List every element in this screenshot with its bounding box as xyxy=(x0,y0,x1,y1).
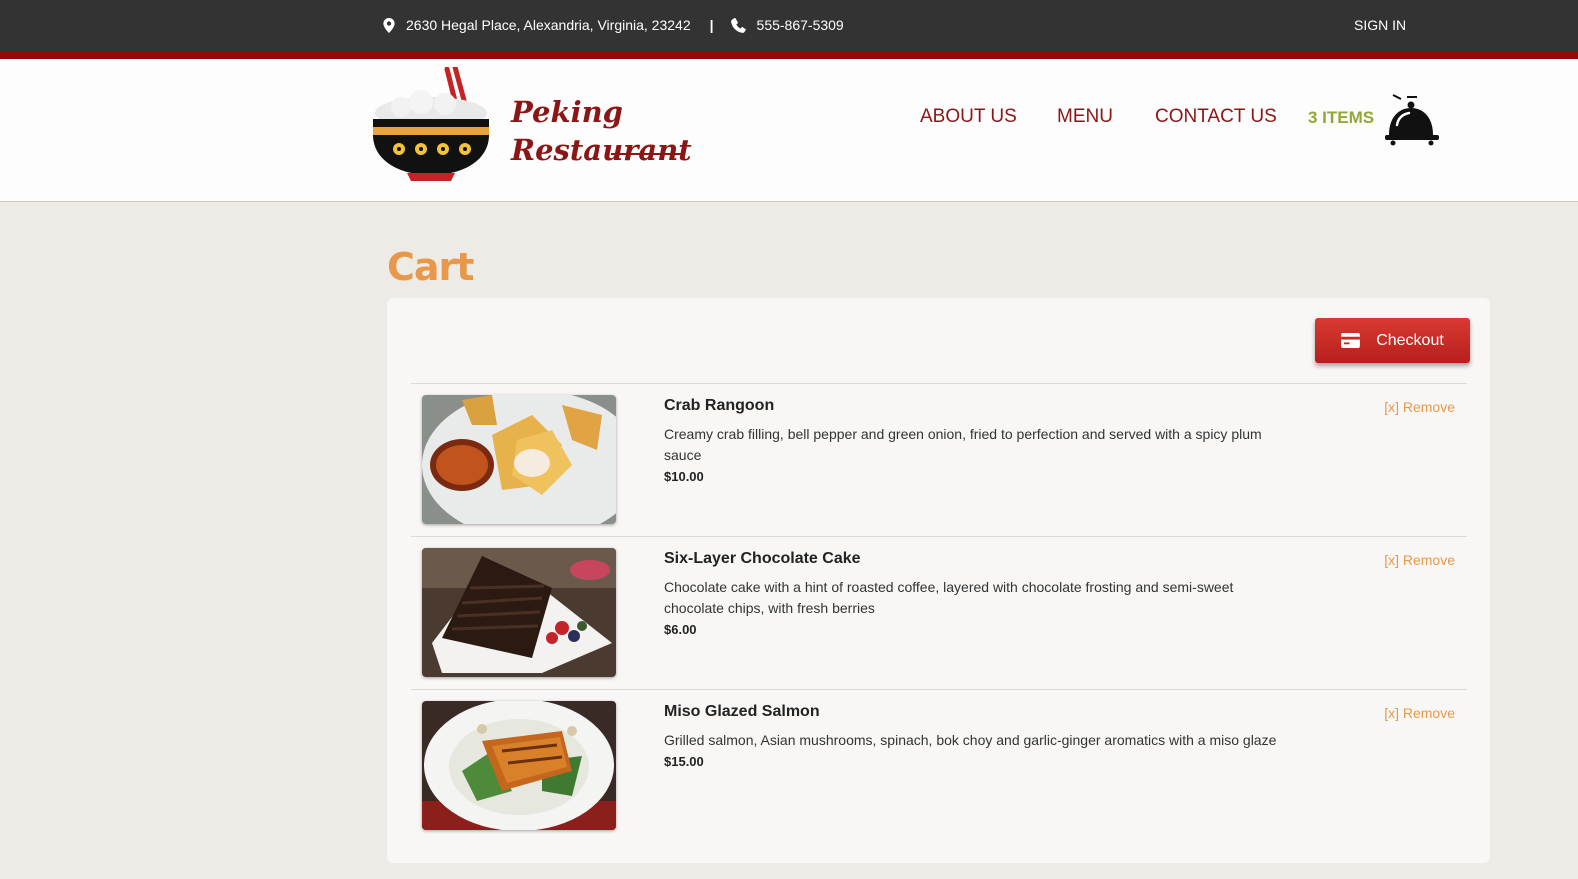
logo-text-line2: Restaurant xyxy=(511,133,692,167)
food-cloche-icon[interactable] xyxy=(1383,91,1441,149)
cart-item: Crab Rangoon Creamy crab filling, bell p… xyxy=(411,383,1467,536)
phone-icon xyxy=(730,17,746,33)
item-description: Chocolate cake with a hint of roasted co… xyxy=(664,579,1234,616)
top-bar: 2630 Hegal Place, Alexandria, Virginia, … xyxy=(0,0,1578,51)
item-name: Six-Layer Chocolate Cake xyxy=(664,550,861,567)
checkout-label: Checkout xyxy=(1376,331,1444,349)
accent-stripe xyxy=(0,51,1578,59)
cart-item-count[interactable]: 3 ITEMS xyxy=(1308,108,1374,128)
item-image-crab-rangoon xyxy=(422,395,616,524)
address-block: 2630 Hegal Place, Alexandria, Virginia, … xyxy=(383,16,844,34)
item-price: $10.00 xyxy=(664,469,704,484)
checkout-button[interactable]: Checkout xyxy=(1315,318,1470,363)
cart-panel: Checkout Crab Rangoon Creamy crab fillin… xyxy=(387,298,1490,863)
item-image-miso-salmon xyxy=(422,701,616,830)
phone-number[interactable]: 555-867-5309 xyxy=(757,17,844,33)
item-description-block: Creamy crab filling, bell pepper and gre… xyxy=(664,424,1284,487)
nav-about-us[interactable]: ABOUT US xyxy=(920,106,1017,128)
site-header: Peking Restaurant ABOUT US MENU CONTACT … xyxy=(0,59,1578,202)
sign-in-link[interactable]: SIGN IN xyxy=(1354,16,1406,34)
logo[interactable]: Peking Restaurant xyxy=(371,67,692,185)
item-price: $15.00 xyxy=(664,754,704,769)
item-description-block: Grilled salmon, Asian mushrooms, spinach… xyxy=(664,730,1284,772)
nav-menu[interactable]: MENU xyxy=(1057,106,1113,128)
item-price: $6.00 xyxy=(664,622,697,637)
remove-item-link[interactable]: [x] Remove xyxy=(1384,705,1455,721)
item-name: Crab Rangoon xyxy=(664,397,775,414)
address-text: 2630 Hegal Place, Alexandria, Virginia, … xyxy=(406,17,691,33)
item-description: Grilled salmon, Asian mushrooms, spinach… xyxy=(664,732,1277,748)
item-image-chocolate-cake xyxy=(422,548,616,677)
item-description: Creamy crab filling, bell pepper and gre… xyxy=(664,426,1262,463)
map-marker-icon xyxy=(383,17,395,33)
rice-bowl-icon xyxy=(373,67,489,181)
remove-item-link[interactable]: [x] Remove xyxy=(1384,552,1455,568)
remove-item-link[interactable]: [x] Remove xyxy=(1384,399,1455,415)
logo-text-line1: Peking xyxy=(511,95,623,129)
logo-brush-stroke xyxy=(611,153,683,155)
cart-item: Six-Layer Chocolate Cake Chocolate cake … xyxy=(411,536,1467,689)
credit-card-icon xyxy=(1341,333,1361,348)
page-title: Cart xyxy=(387,245,474,289)
item-name: Miso Glazed Salmon xyxy=(664,703,820,720)
separator: | xyxy=(709,17,714,33)
nav-contact-us[interactable]: CONTACT US xyxy=(1155,106,1277,128)
cart-item: Miso Glazed Salmon Grilled salmon, Asian… xyxy=(411,689,1467,842)
item-description-block: Chocolate cake with a hint of roasted co… xyxy=(664,577,1284,640)
